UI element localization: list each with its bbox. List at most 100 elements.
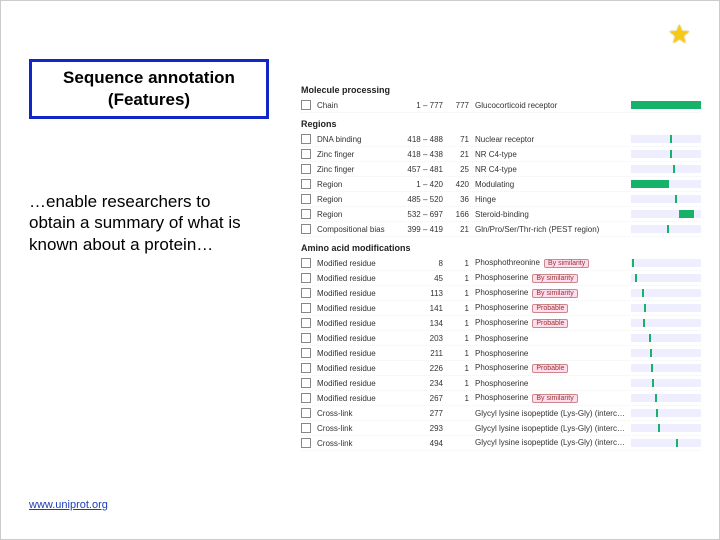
heading-regions: Regions	[301, 119, 701, 129]
feature-position: 457 – 481	[399, 165, 449, 174]
title-line2: (Features)	[36, 90, 262, 110]
feature-description: Hinge	[475, 195, 627, 204]
feature-position: 226	[399, 364, 449, 373]
feature-position: 293	[399, 424, 449, 433]
feature-row: Modified residue2671PhosphoserineBy simi…	[301, 391, 701, 406]
row-checkbox[interactable]	[301, 378, 311, 388]
feature-length: 1	[449, 274, 475, 283]
feature-description: PhosphoserineBy similarity	[475, 273, 627, 283]
feature-track	[631, 195, 701, 203]
feature-position: 532 – 697	[399, 210, 449, 219]
row-checkbox[interactable]	[301, 303, 311, 313]
feature-description: Phosphoserine	[475, 349, 627, 358]
feature-track	[631, 394, 701, 402]
feature-row: Modified residue2261PhosphoserineProbabl…	[301, 361, 701, 376]
feature-track	[631, 150, 701, 158]
feature-position: 141	[399, 304, 449, 313]
feature-row: Modified residue1131PhosphoserineBy simi…	[301, 286, 701, 301]
feature-position: 113	[399, 289, 449, 298]
blurb-text: …enable researchers to obtain a summary …	[29, 191, 259, 255]
feature-length: 21	[449, 225, 475, 234]
feature-row: Modified residue2031Phosphoserine	[301, 331, 701, 346]
heading-molecule-processing: Molecule processing	[301, 85, 701, 95]
feature-track	[631, 165, 701, 173]
feature-track	[631, 304, 701, 312]
feature-track	[631, 225, 701, 233]
feature-type: Cross-link	[317, 409, 399, 418]
row-checkbox[interactable]	[301, 209, 311, 219]
uniprot-link[interactable]: www.uniprot.org	[29, 499, 108, 511]
row-checkbox[interactable]	[301, 273, 311, 283]
feature-description: Steroid-binding	[475, 210, 627, 219]
feature-position: 418 – 488	[399, 135, 449, 144]
feature-description: Phosphoserine	[475, 334, 627, 343]
row-checkbox[interactable]	[301, 318, 311, 328]
row-checkbox[interactable]	[301, 164, 311, 174]
feature-track	[631, 409, 701, 417]
row-checkbox[interactable]	[301, 258, 311, 268]
row-checkbox[interactable]	[301, 179, 311, 189]
feature-description: Glycyl lysine isopeptide (Lys-Gly) (inte…	[475, 409, 627, 418]
feature-track	[631, 319, 701, 327]
row-checkbox[interactable]	[301, 363, 311, 373]
feature-track	[631, 334, 701, 342]
feature-length: 71	[449, 135, 475, 144]
feature-length: 1	[449, 319, 475, 328]
row-checkbox[interactable]	[301, 100, 311, 110]
feature-description: PhosphoserineBy similarity	[475, 288, 627, 298]
feature-type: Modified residue	[317, 274, 399, 283]
feature-description: NR C4-type	[475, 150, 627, 159]
feature-row: Cross-link293Glycyl lysine isopeptide (L…	[301, 421, 701, 436]
row-checkbox[interactable]	[301, 438, 311, 448]
feature-length: 1	[449, 289, 475, 298]
feature-length: 420	[449, 180, 475, 189]
row-checkbox[interactable]	[301, 224, 311, 234]
feature-track	[631, 379, 701, 387]
row-checkbox[interactable]	[301, 423, 311, 433]
feature-description: PhosphoserineProbable	[475, 363, 627, 373]
feature-type: Region	[317, 210, 399, 219]
feature-position: 45	[399, 274, 449, 283]
feature-position: 277	[399, 409, 449, 418]
feature-position: 234	[399, 379, 449, 388]
row-checkbox[interactable]	[301, 134, 311, 144]
evidence-tag: Probable	[532, 304, 568, 313]
evidence-tag: By similarity	[532, 289, 577, 298]
feature-type: Modified residue	[317, 289, 399, 298]
feature-row: DNA binding418 – 48871Nuclear receptor	[301, 132, 701, 147]
feature-length: 1	[449, 364, 475, 373]
feature-description: Glycyl lysine isopeptide (Lys-Gly) (inte…	[475, 424, 627, 433]
feature-length: 1	[449, 349, 475, 358]
row-checkbox[interactable]	[301, 333, 311, 343]
feature-position: 485 – 520	[399, 195, 449, 204]
feature-length: 1	[449, 379, 475, 388]
evidence-tag: Probable	[532, 319, 568, 328]
feature-description: PhosphoserineProbable	[475, 318, 627, 328]
feature-row: Cross-link277 Glycyl lysine isopeptide (L…	[301, 406, 701, 421]
feature-row: Modified residue2341Phosphoserine	[301, 376, 701, 391]
row-checkbox[interactable]	[301, 288, 311, 298]
rows-regions: DNA binding418 – 48871Nuclear receptorZi…	[301, 132, 701, 237]
feature-type: Cross-link	[317, 439, 399, 448]
evidence-tag: By similarity	[544, 259, 589, 268]
feature-track	[631, 210, 701, 218]
feature-type: Modified residue	[317, 349, 399, 358]
feature-track	[631, 439, 701, 447]
feature-track	[631, 180, 701, 188]
feature-description: Gln/Pro/Ser/Thr-rich (PEST region)	[475, 225, 627, 234]
evidence-tag: By similarity	[532, 394, 577, 403]
feature-type: Region	[317, 195, 399, 204]
row-checkbox[interactable]	[301, 408, 311, 418]
heading-aa-modifications: Amino acid modifications	[301, 243, 701, 253]
row-checkbox[interactable]	[301, 149, 311, 159]
feature-length: 1	[449, 394, 475, 403]
evidence-tag: By similarity	[532, 274, 577, 283]
row-checkbox[interactable]	[301, 348, 311, 358]
feature-position: 203	[399, 334, 449, 343]
feature-track	[631, 364, 701, 372]
title-box: Sequence annotation (Features)	[29, 59, 269, 119]
feature-type: Modified residue	[317, 334, 399, 343]
row-checkbox[interactable]	[301, 194, 311, 204]
feature-description: Phosphoserine	[475, 379, 627, 388]
row-checkbox[interactable]	[301, 393, 311, 403]
